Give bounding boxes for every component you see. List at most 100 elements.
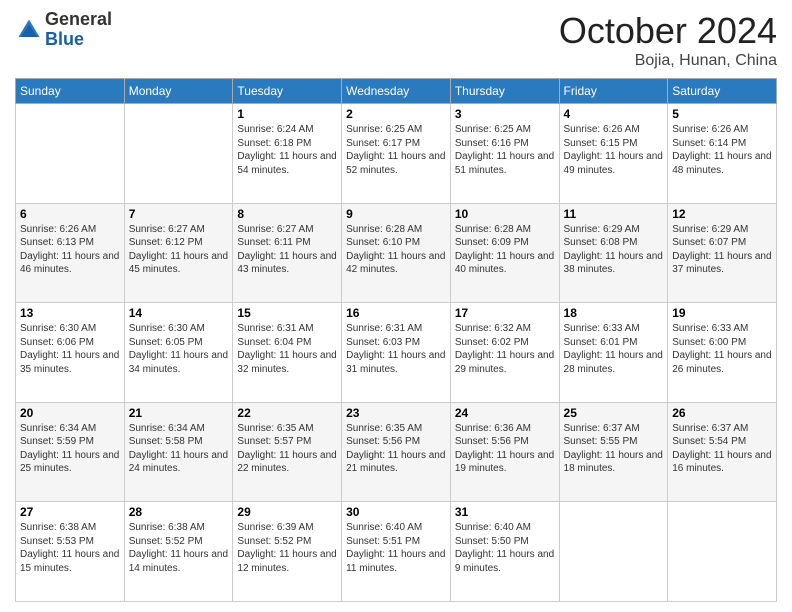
- day-info: Sunrise: 6:31 AM Sunset: 6:03 PM Dayligh…: [346, 322, 446, 376]
- day-number: 21: [129, 406, 229, 420]
- day-number: 15: [237, 306, 337, 320]
- logo-general: General: [45, 10, 112, 30]
- day-number: 11: [564, 207, 664, 221]
- header-cell-saturday: Saturday: [668, 79, 777, 104]
- header-cell-sunday: Sunday: [16, 79, 125, 104]
- day-number: 25: [564, 406, 664, 420]
- day-number: 8: [237, 207, 337, 221]
- day-cell: 1 Sunrise: 6:24 AM Sunset: 6:18 PM Dayli…: [233, 104, 342, 204]
- day-cell: 4 Sunrise: 6:26 AM Sunset: 6:15 PM Dayli…: [559, 104, 668, 204]
- day-cell: 2 Sunrise: 6:25 AM Sunset: 6:17 PM Dayli…: [342, 104, 451, 204]
- day-number: 27: [20, 505, 120, 519]
- title-block: October 2024 Bojia, Hunan, China: [559, 10, 777, 70]
- day-number: 30: [346, 505, 446, 519]
- day-info: Sunrise: 6:28 AM Sunset: 6:10 PM Dayligh…: [346, 223, 446, 277]
- day-cell: [124, 104, 233, 204]
- month-title: October 2024: [559, 10, 777, 52]
- day-info: Sunrise: 6:29 AM Sunset: 6:08 PM Dayligh…: [564, 223, 664, 277]
- calendar-header: SundayMondayTuesdayWednesdayThursdayFrid…: [16, 79, 777, 104]
- day-cell: 25 Sunrise: 6:37 AM Sunset: 5:55 PM Dayl…: [559, 402, 668, 502]
- day-cell: 11 Sunrise: 6:29 AM Sunset: 6:08 PM Dayl…: [559, 203, 668, 303]
- day-info: Sunrise: 6:29 AM Sunset: 6:07 PM Dayligh…: [672, 223, 772, 277]
- day-number: 29: [237, 505, 337, 519]
- day-cell: 5 Sunrise: 6:26 AM Sunset: 6:14 PM Dayli…: [668, 104, 777, 204]
- day-cell: 24 Sunrise: 6:36 AM Sunset: 5:56 PM Dayl…: [450, 402, 559, 502]
- header-cell-wednesday: Wednesday: [342, 79, 451, 104]
- day-cell: 21 Sunrise: 6:34 AM Sunset: 5:58 PM Dayl…: [124, 402, 233, 502]
- day-cell: 8 Sunrise: 6:27 AM Sunset: 6:11 PM Dayli…: [233, 203, 342, 303]
- day-info: Sunrise: 6:33 AM Sunset: 6:01 PM Dayligh…: [564, 322, 664, 376]
- day-number: 23: [346, 406, 446, 420]
- week-row-3: 13 Sunrise: 6:30 AM Sunset: 6:06 PM Dayl…: [16, 303, 777, 403]
- page: General Blue October 2024 Bojia, Hunan, …: [0, 0, 792, 612]
- day-cell: 22 Sunrise: 6:35 AM Sunset: 5:57 PM Dayl…: [233, 402, 342, 502]
- day-info: Sunrise: 6:33 AM Sunset: 6:00 PM Dayligh…: [672, 322, 772, 376]
- day-cell: 13 Sunrise: 6:30 AM Sunset: 6:06 PM Dayl…: [16, 303, 125, 403]
- day-info: Sunrise: 6:35 AM Sunset: 5:56 PM Dayligh…: [346, 422, 446, 476]
- day-number: 17: [455, 306, 555, 320]
- day-info: Sunrise: 6:30 AM Sunset: 6:06 PM Dayligh…: [20, 322, 120, 376]
- header-row: SundayMondayTuesdayWednesdayThursdayFrid…: [16, 79, 777, 104]
- day-info: Sunrise: 6:39 AM Sunset: 5:52 PM Dayligh…: [237, 521, 337, 575]
- day-cell: 31 Sunrise: 6:40 AM Sunset: 5:50 PM Dayl…: [450, 502, 559, 602]
- day-number: 16: [346, 306, 446, 320]
- day-number: 28: [129, 505, 229, 519]
- day-number: 4: [564, 107, 664, 121]
- day-number: 7: [129, 207, 229, 221]
- header-cell-thursday: Thursday: [450, 79, 559, 104]
- day-cell: 23 Sunrise: 6:35 AM Sunset: 5:56 PM Dayl…: [342, 402, 451, 502]
- day-cell: 19 Sunrise: 6:33 AM Sunset: 6:00 PM Dayl…: [668, 303, 777, 403]
- location: Bojia, Hunan, China: [559, 52, 777, 70]
- day-number: 9: [346, 207, 446, 221]
- day-info: Sunrise: 6:38 AM Sunset: 5:53 PM Dayligh…: [20, 521, 120, 575]
- day-number: 2: [346, 107, 446, 121]
- calendar: SundayMondayTuesdayWednesdayThursdayFrid…: [15, 78, 777, 602]
- day-cell: 7 Sunrise: 6:27 AM Sunset: 6:12 PM Dayli…: [124, 203, 233, 303]
- day-cell: 30 Sunrise: 6:40 AM Sunset: 5:51 PM Dayl…: [342, 502, 451, 602]
- day-number: 24: [455, 406, 555, 420]
- header-cell-tuesday: Tuesday: [233, 79, 342, 104]
- day-number: 31: [455, 505, 555, 519]
- day-cell: 9 Sunrise: 6:28 AM Sunset: 6:10 PM Dayli…: [342, 203, 451, 303]
- day-cell: [559, 502, 668, 602]
- day-info: Sunrise: 6:37 AM Sunset: 5:55 PM Dayligh…: [564, 422, 664, 476]
- day-info: Sunrise: 6:25 AM Sunset: 6:16 PM Dayligh…: [455, 123, 555, 177]
- day-number: 14: [129, 306, 229, 320]
- header: General Blue October 2024 Bojia, Hunan, …: [15, 10, 777, 70]
- logo-text: General Blue: [45, 10, 112, 50]
- day-info: Sunrise: 6:26 AM Sunset: 6:15 PM Dayligh…: [564, 123, 664, 177]
- day-number: 10: [455, 207, 555, 221]
- day-cell: 15 Sunrise: 6:31 AM Sunset: 6:04 PM Dayl…: [233, 303, 342, 403]
- day-info: Sunrise: 6:31 AM Sunset: 6:04 PM Dayligh…: [237, 322, 337, 376]
- logo: General Blue: [15, 10, 112, 50]
- day-info: Sunrise: 6:40 AM Sunset: 5:51 PM Dayligh…: [346, 521, 446, 575]
- day-number: 5: [672, 107, 772, 121]
- day-number: 6: [20, 207, 120, 221]
- day-number: 22: [237, 406, 337, 420]
- day-number: 18: [564, 306, 664, 320]
- day-cell: 29 Sunrise: 6:39 AM Sunset: 5:52 PM Dayl…: [233, 502, 342, 602]
- day-info: Sunrise: 6:40 AM Sunset: 5:50 PM Dayligh…: [455, 521, 555, 575]
- day-cell: [16, 104, 125, 204]
- day-info: Sunrise: 6:25 AM Sunset: 6:17 PM Dayligh…: [346, 123, 446, 177]
- day-info: Sunrise: 6:28 AM Sunset: 6:09 PM Dayligh…: [455, 223, 555, 277]
- day-number: 13: [20, 306, 120, 320]
- logo-icon: [15, 16, 43, 44]
- day-info: Sunrise: 6:27 AM Sunset: 6:12 PM Dayligh…: [129, 223, 229, 277]
- day-number: 1: [237, 107, 337, 121]
- day-cell: [668, 502, 777, 602]
- day-info: Sunrise: 6:26 AM Sunset: 6:14 PM Dayligh…: [672, 123, 772, 177]
- day-info: Sunrise: 6:34 AM Sunset: 5:59 PM Dayligh…: [20, 422, 120, 476]
- day-number: 26: [672, 406, 772, 420]
- day-cell: 28 Sunrise: 6:38 AM Sunset: 5:52 PM Dayl…: [124, 502, 233, 602]
- day-info: Sunrise: 6:27 AM Sunset: 6:11 PM Dayligh…: [237, 223, 337, 277]
- week-row-4: 20 Sunrise: 6:34 AM Sunset: 5:59 PM Dayl…: [16, 402, 777, 502]
- day-number: 3: [455, 107, 555, 121]
- day-cell: 20 Sunrise: 6:34 AM Sunset: 5:59 PM Dayl…: [16, 402, 125, 502]
- week-row-2: 6 Sunrise: 6:26 AM Sunset: 6:13 PM Dayli…: [16, 203, 777, 303]
- day-info: Sunrise: 6:26 AM Sunset: 6:13 PM Dayligh…: [20, 223, 120, 277]
- day-info: Sunrise: 6:24 AM Sunset: 6:18 PM Dayligh…: [237, 123, 337, 177]
- day-cell: 16 Sunrise: 6:31 AM Sunset: 6:03 PM Dayl…: [342, 303, 451, 403]
- week-row-5: 27 Sunrise: 6:38 AM Sunset: 5:53 PM Dayl…: [16, 502, 777, 602]
- day-info: Sunrise: 6:37 AM Sunset: 5:54 PM Dayligh…: [672, 422, 772, 476]
